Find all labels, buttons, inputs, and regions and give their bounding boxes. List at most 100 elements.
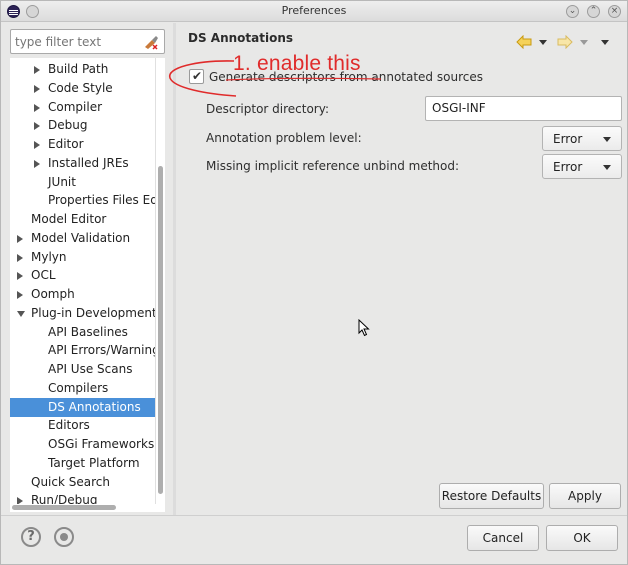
chevron-down-icon bbox=[603, 137, 611, 142]
tree-item[interactable]: Oomph bbox=[10, 285, 155, 304]
tree-item[interactable]: Build Path bbox=[10, 60, 155, 79]
chevron-right-icon[interactable] bbox=[17, 291, 23, 299]
tree-item-label: Mylyn bbox=[31, 249, 67, 264]
chevron-right-icon[interactable] bbox=[34, 159, 40, 168]
tree-item[interactable]: Compiler bbox=[10, 98, 155, 117]
tree-item-label: Run/Debug bbox=[31, 493, 98, 504]
tree-item[interactable]: Code Style bbox=[10, 79, 155, 98]
tree-item-label: Editors bbox=[48, 418, 90, 433]
tree-item-label: Properties Files Editor bbox=[48, 193, 155, 208]
chevron-right-icon[interactable] bbox=[34, 122, 40, 131]
tree-item[interactable]: API Errors/Warnings bbox=[10, 341, 155, 360]
scroll-thumb[interactable] bbox=[12, 505, 116, 510]
tree-item[interactable]: Editor bbox=[10, 135, 155, 154]
back-dropdown-icon[interactable] bbox=[539, 40, 547, 45]
window-title: Preferences bbox=[281, 4, 347, 17]
forward-dropdown-icon[interactable] bbox=[580, 40, 588, 45]
forward-arrow-icon[interactable] bbox=[557, 35, 573, 49]
chevron-down-icon[interactable] bbox=[17, 310, 25, 317]
close-icon[interactable]: × bbox=[608, 5, 621, 18]
tree-item-label: Model Validation bbox=[31, 230, 131, 245]
generate-descriptors-checkbox[interactable]: ✔ bbox=[189, 69, 204, 84]
tree-item[interactable]: Installed JREs bbox=[10, 154, 155, 173]
annotation-label: 1. enable this bbox=[233, 52, 361, 75]
tree-item-label: Code Style bbox=[48, 80, 113, 95]
tree-item[interactable]: Debug bbox=[10, 116, 155, 135]
record-icon[interactable] bbox=[54, 527, 74, 547]
pane-divider[interactable] bbox=[173, 23, 176, 515]
select-value: Error bbox=[553, 160, 583, 174]
select-value: Error bbox=[553, 132, 583, 146]
tree-item-label: API Errors/Warnings bbox=[48, 343, 155, 358]
tree-item[interactable]: Target Platform bbox=[10, 454, 155, 473]
filter-input[interactable] bbox=[15, 33, 137, 50]
tree-horizontal-scrollbar[interactable] bbox=[10, 504, 165, 512]
tree-item[interactable]: Model Validation bbox=[10, 229, 155, 248]
chevron-right-icon[interactable] bbox=[17, 272, 23, 281]
cancel-button[interactable]: Cancel bbox=[467, 525, 539, 551]
chevron-down-icon bbox=[603, 165, 611, 170]
tree-item-label: Model Editor bbox=[31, 212, 107, 226]
tree-item[interactable]: Quick Search bbox=[10, 473, 155, 492]
tree-item[interactable]: API Baselines bbox=[10, 323, 155, 342]
missing-unbind-label: Missing implicit reference unbind method… bbox=[206, 159, 460, 173]
chevron-right-icon[interactable] bbox=[34, 66, 40, 74]
tree-item-label: Compilers bbox=[48, 380, 109, 395]
tree-item-label: Editor bbox=[48, 137, 84, 151]
clear-filter-icon[interactable] bbox=[143, 34, 159, 50]
back-arrow-icon[interactable] bbox=[516, 35, 532, 49]
maximize-icon[interactable]: ⌃ bbox=[587, 5, 600, 18]
tree-item[interactable]: JUnit bbox=[10, 173, 155, 192]
mouse-cursor-icon bbox=[358, 319, 370, 337]
missing-unbind-select[interactable]: Error bbox=[542, 154, 622, 179]
descriptor-directory-field[interactable] bbox=[425, 96, 622, 121]
tree-item-label: Installed JREs bbox=[48, 155, 129, 170]
footer-divider bbox=[1, 515, 627, 516]
chevron-right-icon[interactable] bbox=[34, 141, 40, 149]
tree-item-label: DS Annotations bbox=[48, 399, 141, 414]
chevron-right-icon[interactable] bbox=[17, 253, 23, 262]
tree-vertical-scrollbar[interactable] bbox=[155, 58, 165, 504]
tree-item-label: Debug bbox=[48, 118, 88, 133]
preference-tree[interactable]: Build Path Code Style Compiler Debug Editor I… bbox=[10, 58, 155, 504]
tree-item-label: Quick Search bbox=[31, 474, 110, 489]
preferences-window: Preferences ⌄ ⌃ × Build Path Code Style Co… bbox=[0, 0, 628, 565]
tree-item[interactable]: Editors bbox=[10, 416, 155, 435]
tree-item-label: Target Platform bbox=[48, 455, 140, 470]
help-icon[interactable]: ? bbox=[21, 527, 41, 547]
view-menu-icon[interactable] bbox=[601, 40, 609, 45]
tree-item[interactable]: Plug-in Development bbox=[10, 304, 155, 323]
tree-item-label: OSGi Frameworks bbox=[48, 437, 155, 451]
tree-item-label: Oomph bbox=[31, 287, 75, 301]
tree-item[interactable]: DS Annotations bbox=[10, 397, 155, 417]
chevron-right-icon[interactable] bbox=[34, 103, 40, 112]
chevron-right-icon[interactable] bbox=[34, 84, 40, 93]
restore-defaults-button[interactable]: Restore Defaults bbox=[439, 483, 544, 509]
tree-item[interactable]: API Use Scans bbox=[10, 360, 155, 379]
tree-item-label: Build Path bbox=[48, 62, 109, 76]
tree-item-label: OCL bbox=[31, 268, 56, 283]
tree-item[interactable]: Model Editor bbox=[10, 210, 155, 229]
tree-item-label: JUnit bbox=[48, 174, 76, 189]
scroll-thumb[interactable] bbox=[158, 166, 163, 494]
tree-item[interactable]: Properties Files Editor bbox=[10, 191, 155, 210]
minimize-icon[interactable]: ⌄ bbox=[566, 5, 579, 18]
descriptor-directory-label: Descriptor directory: bbox=[206, 102, 330, 116]
tree-item[interactable]: OSGi Frameworks bbox=[10, 435, 155, 454]
title-bar[interactable]: Preferences ⌄ ⌃ × bbox=[1, 1, 627, 22]
chevron-right-icon[interactable] bbox=[17, 497, 23, 504]
ok-button[interactable]: OK bbox=[546, 525, 618, 551]
annotation-problem-level-select[interactable]: Error bbox=[542, 126, 622, 151]
descriptor-directory-input[interactable] bbox=[432, 101, 612, 115]
tree-item[interactable]: OCL bbox=[10, 266, 155, 285]
tree-item[interactable]: Mylyn bbox=[10, 248, 155, 267]
chevron-right-icon[interactable] bbox=[17, 234, 23, 243]
annotation-problem-level-label: Annotation problem level: bbox=[206, 131, 362, 145]
tree-item-label: API Use Scans bbox=[48, 362, 133, 376]
tree-item[interactable]: Compilers bbox=[10, 379, 155, 398]
tree-item[interactable]: Run/Debug bbox=[10, 491, 155, 504]
apply-button[interactable]: Apply bbox=[549, 483, 621, 509]
checkmark-icon: ✔ bbox=[192, 69, 203, 83]
tree-item-label: Compiler bbox=[48, 99, 103, 114]
filter-field[interactable] bbox=[10, 29, 165, 54]
